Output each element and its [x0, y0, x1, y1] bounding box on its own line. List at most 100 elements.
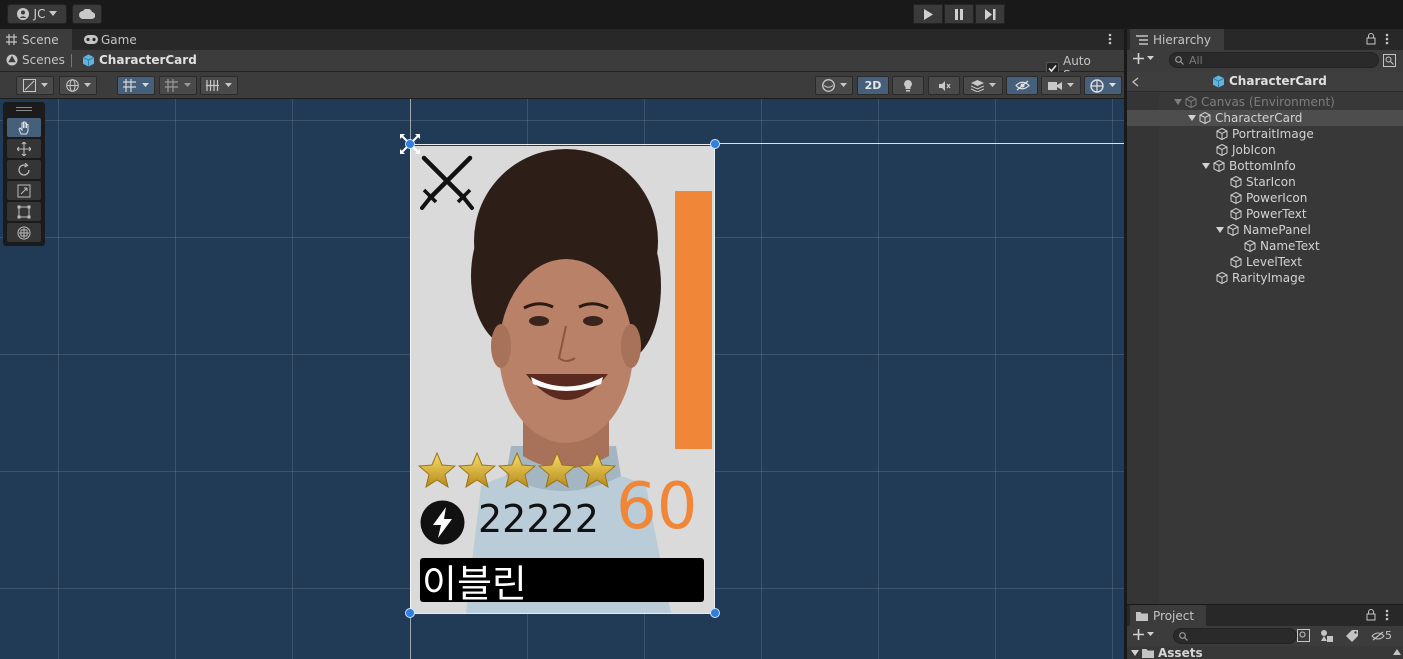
tree-item-label: BottomInfo	[1229, 159, 1296, 173]
lock-icon[interactable]	[1366, 33, 1376, 45]
grid-line	[0, 120, 1124, 121]
project-create-button[interactable]	[1133, 629, 1154, 640]
gameobject-cube-icon	[1199, 112, 1211, 124]
search-options-icon[interactable]	[1383, 54, 1396, 67]
more-options-icon[interactable]	[1385, 608, 1389, 622]
filter-label-icon[interactable]	[1346, 629, 1359, 642]
scale-tool-button[interactable]	[7, 181, 41, 200]
globe-icon	[65, 79, 79, 92]
folder-icon	[1142, 649, 1154, 658]
tree-item-rarityimage[interactable]: RarityImage	[1127, 270, 1403, 286]
mode-2d-toggle[interactable]: 2D	[857, 76, 889, 95]
breadcrumb-scenes[interactable]: Scenes	[6, 53, 65, 67]
search-options-icon[interactable]	[1297, 629, 1310, 642]
tree-item-label: PortraitImage	[1232, 127, 1314, 141]
scene-visibility-toggle[interactable]	[1006, 76, 1038, 95]
pivot-anchor-icon[interactable]	[398, 132, 422, 156]
resize-handle-bottom-left[interactable]	[405, 608, 415, 618]
tab-game[interactable]: Game	[78, 29, 148, 50]
chevron-down-icon	[1109, 83, 1116, 87]
lightbulb-icon	[904, 80, 912, 92]
draw-mode-dropdown[interactable]	[16, 76, 54, 95]
create-button[interactable]	[1133, 53, 1154, 64]
rotate-tool-button[interactable]	[7, 160, 41, 179]
hand-tool-button[interactable]	[7, 118, 41, 137]
cloud-button[interactable]	[72, 4, 102, 24]
hidden-packages-toggle[interactable]: 5	[1371, 629, 1392, 642]
gizmos-dropdown[interactable]	[1084, 76, 1122, 95]
chevron-down-icon	[184, 83, 191, 87]
folder-icon	[1136, 611, 1148, 621]
scene-toolbar: 2D	[0, 72, 1124, 99]
breadcrumb-charactercard[interactable]: CharacterCard	[82, 53, 197, 67]
tree-item-portraitimage[interactable]: PortraitImage	[1127, 126, 1403, 142]
step-button[interactable]	[975, 4, 1005, 24]
project-search-input[interactable]	[1173, 628, 1297, 644]
grid-visibility-dropdown[interactable]	[159, 76, 197, 95]
gameobject-cube-icon	[1230, 256, 1242, 268]
back-chevron-icon[interactable]	[1132, 77, 1139, 87]
project-tab-bar: Project	[1127, 605, 1403, 626]
grid-line	[175, 99, 176, 659]
play-button[interactable]	[913, 4, 943, 24]
tab-project[interactable]: Project	[1130, 605, 1206, 626]
tree-item-bottominfo[interactable]: BottomInfo	[1127, 158, 1403, 174]
hidden-count: 5	[1385, 629, 1392, 642]
filter-type-icon[interactable]	[1320, 629, 1334, 642]
tree-item-nametext[interactable]: NameText	[1127, 238, 1403, 254]
tree-item-powertext[interactable]: PowerText	[1127, 206, 1403, 222]
account-dropdown[interactable]: JC	[7, 4, 67, 24]
prefab-mode-header: CharacterCard	[1127, 72, 1403, 92]
scroll-up-icon[interactable]	[1393, 649, 1401, 655]
plus-icon	[1133, 53, 1144, 64]
account-icon	[16, 8, 29, 20]
lighting-toggle[interactable]	[892, 76, 924, 95]
transform-tool-button[interactable]	[7, 223, 41, 242]
audio-toggle[interactable]	[928, 76, 960, 95]
tree-item-assets[interactable]: Assets	[1131, 646, 1203, 659]
more-options-icon[interactable]	[1385, 32, 1389, 46]
more-options-icon[interactable]	[1108, 32, 1116, 46]
cloud-icon	[79, 9, 95, 19]
tab-hierarchy[interactable]: Hierarchy	[1130, 29, 1224, 50]
global-local-dropdown[interactable]	[59, 76, 97, 95]
tree-item-label: RarityImage	[1232, 271, 1306, 285]
tree-item-jobicon[interactable]: JobIcon	[1127, 142, 1403, 158]
hierarchy-search-input[interactable]: All	[1169, 52, 1379, 68]
lock-icon[interactable]	[1366, 609, 1376, 621]
search-placeholder: All	[1189, 53, 1203, 67]
resize-handle-top-right[interactable]	[710, 139, 720, 149]
gameobject-cube-icon	[1227, 224, 1239, 236]
prefab-cube-icon	[1212, 75, 1225, 87]
breadcrumb-scenes-label: Scenes	[22, 53, 65, 67]
tree-item-staricon[interactable]: StarIcon	[1127, 174, 1403, 190]
move-tool-button[interactable]	[7, 139, 41, 158]
gameobject-cube-icon	[1216, 128, 1228, 140]
tree-item-charactercard[interactable]: CharacterCard	[1127, 110, 1403, 126]
tree-item-canvas-environment[interactable]: Canvas (Environment)	[1127, 94, 1403, 110]
palette-drag-handle[interactable]	[16, 107, 32, 108]
eye-off-icon	[1371, 631, 1385, 640]
effects-dropdown[interactable]	[963, 76, 1003, 95]
tree-item-namepanel[interactable]: NamePanel	[1127, 222, 1403, 238]
tree-item-label: NameText	[1260, 239, 1320, 253]
chevron-down-icon	[49, 11, 58, 16]
increment-snap-dropdown[interactable]	[200, 76, 238, 95]
tree-item-label: PowerText	[1246, 207, 1307, 221]
tree-item-label: NamePanel	[1243, 223, 1311, 237]
tab-scene[interactable]: Scene	[0, 29, 72, 50]
grid-snap-toggle[interactable]	[117, 76, 155, 95]
tree-item-powericon[interactable]: PowerIcon	[1127, 190, 1403, 206]
rect-tool-button[interactable]	[7, 202, 41, 221]
tree-item-label: Canvas (Environment)	[1201, 95, 1335, 109]
grid-snap-icon	[123, 79, 136, 92]
camera-dropdown[interactable]	[1041, 76, 1081, 95]
gameobject-cube-icon	[1216, 144, 1228, 156]
resize-handle-bottom-right[interactable]	[710, 608, 720, 618]
rotate-icon	[18, 162, 30, 176]
grid-icon	[6, 34, 17, 45]
draw-shaded-dropdown[interactable]	[815, 76, 853, 95]
tree-item-leveltext[interactable]: LevelText	[1127, 254, 1403, 270]
pause-button[interactable]	[944, 4, 974, 24]
chevron-down-icon	[1147, 56, 1154, 60]
